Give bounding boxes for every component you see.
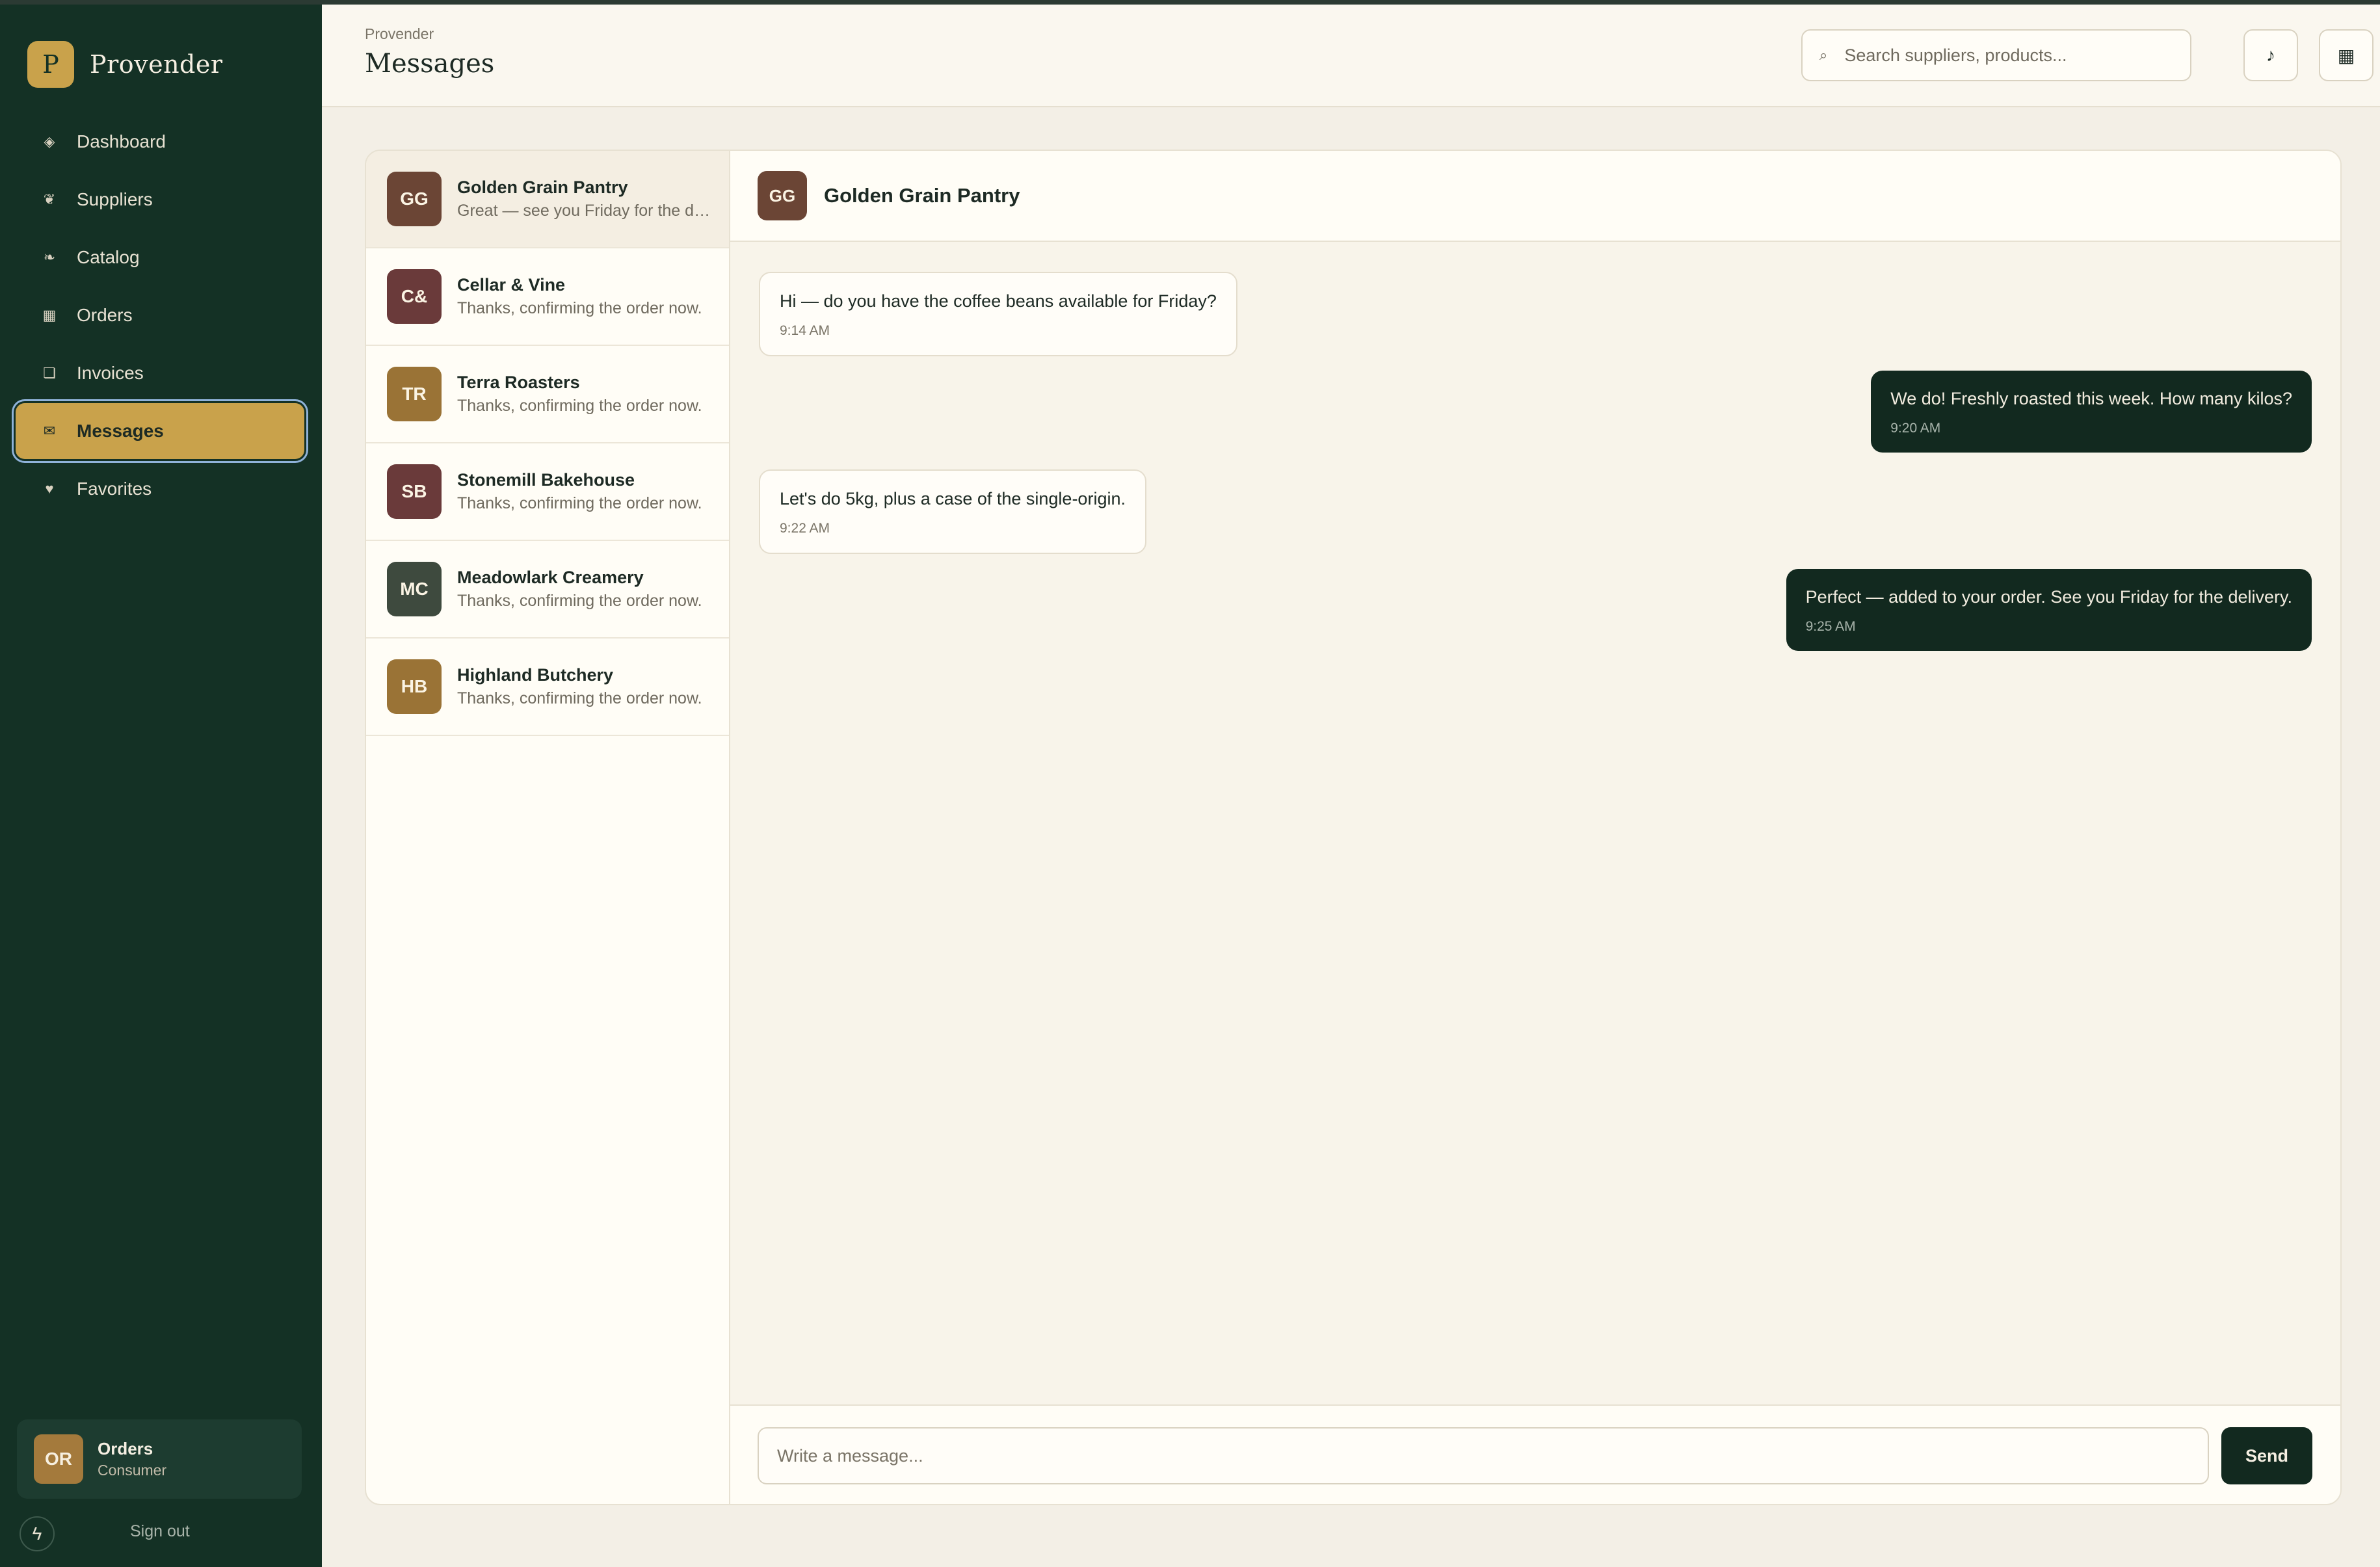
conversation-preview: Thanks, confirming the order now. [457,592,702,610]
bolt-icon[interactable]: ϟ [20,1516,55,1551]
mail-icon: ✉ [43,423,56,439]
conversation-preview: Thanks, confirming the order now. [457,299,702,317]
conversation-preview: Thanks, confirming the order now. [457,494,702,512]
sidebar-item-label: Suppliers [77,189,153,209]
conversation-name: Cellar & Vine [457,275,566,295]
message-time: 9:22 AM [780,521,830,536]
message-composer: Send [730,1404,2340,1504]
conversation-preview: Thanks, confirming the order now. [457,397,702,415]
avatar: OR [34,1434,83,1484]
conversation-item[interactable]: MC Meadowlark Creamery Thanks, confirmin… [366,541,729,639]
conversation-item[interactable]: GG Golden Grain Pantry Great — see you F… [366,151,729,248]
heart-icon: ♥ [45,481,54,497]
message-time: 9:25 AM [1805,619,1856,635]
message-text: Perfect — added to your order. See you F… [1805,587,2292,607]
sidebar-item-dashboard[interactable]: ◈ Dashboard [16,114,304,170]
conversation-name: Terra Roasters [457,373,580,392]
conversation-item[interactable]: TR Terra Roasters Thanks, confirming the… [366,346,729,443]
suppliers-icon: ❦ [43,191,56,207]
conversation-name: Highland Butchery [457,665,614,685]
search-input[interactable] [1843,44,2182,66]
search-icon: ⌕ [1819,47,1828,63]
sidebar-item-label: Dashboard [77,131,166,151]
brand[interactable]: P Provender [27,41,223,88]
sidebar-item-label: Catalog [77,247,140,267]
user-name: Orders [98,1439,153,1458]
search-box[interactable]: ⌕ [1801,29,2191,81]
conversation-list: GG Golden Grain Pantry Great — see you F… [366,151,730,1504]
conversation-item[interactable]: HB Highland Butchery Thanks, confirming … [366,639,729,736]
sidebar-item-messages[interactable]: ✉ Messages [16,403,304,459]
music-button[interactable]: ♪ [2243,29,2298,81]
message-bubble-incoming: Hi — do you have the coffee beans availa… [759,272,1237,357]
message-time: 9:14 AM [780,323,830,339]
message-bubble-incoming: Let's do 5kg, plus a case of the single-… [759,469,1146,555]
sidebar-item-label: Orders [77,305,133,325]
sign-out-link[interactable]: Sign out [130,1522,190,1541]
brand-logo: P [27,41,74,88]
message-time: 9:20 AM [1890,421,1941,436]
page-title: Messages [365,49,495,79]
grid-icon: ▦ [2337,45,2355,66]
brand-name: Provender [90,50,223,79]
conversation-item[interactable]: SB Stonemill Bakehouse Thanks, confirmin… [366,443,729,541]
avatar: C& [387,269,442,324]
avatar: TR [387,367,442,421]
message-input[interactable] [758,1427,2209,1484]
sidebar: P Provender ◈ Dashboard ❦ Suppliers ❧ Ca… [0,5,322,1567]
sidebar-item-orders[interactable]: ▦ Orders [16,287,304,343]
message-text: Hi — do you have the coffee beans availa… [780,291,1217,311]
conversation-preview: Thanks, confirming the order now. [457,689,702,707]
user-role: Consumer [98,1462,167,1479]
conversation-preview: Great — see you Friday for the delivery. [457,202,717,220]
message-bubble-outgoing: Perfect — added to your order. See you F… [1786,569,2312,652]
chat-title: Golden Grain Pantry [824,184,1020,207]
message-bubble-outgoing: We do! Freshly roasted this week. How ma… [1871,371,2312,453]
sidebar-item-invoices[interactable]: ❏ Invoices [16,345,304,401]
sidebar-nav: ◈ Dashboard ❦ Suppliers ❧ Catalog ▦ Orde… [16,114,304,519]
window-top-border [0,0,2380,5]
sidebar-item-label: Messages [77,421,164,441]
send-button[interactable]: Send [2221,1427,2312,1484]
sidebar-item-label: Favorites [77,479,152,499]
leaf-icon: ❧ [43,249,56,265]
page-header: Provender Messages ⌕ ♪ ▦ [322,5,2380,107]
music-note-icon: ♪ [2266,45,2275,65]
messages-panel: GG Golden Grain Pantry Great — see you F… [365,150,2342,1505]
message-thread: Hi — do you have the coffee beans availa… [730,242,2340,1404]
user-card[interactable]: OR Orders Consumer [17,1419,302,1499]
message-text: We do! Freshly roasted this week. How ma… [1890,389,2292,408]
conversation-name: Stonemill Bakehouse [457,470,635,490]
chat-pane: GG Golden Grain Pantry Hi — do you have … [730,151,2340,1504]
avatar: GG [758,171,807,220]
avatar: MC [387,562,442,616]
breadcrumb[interactable]: Provender [365,25,434,43]
conversation-name: Golden Grain Pantry [457,178,628,197]
avatar: GG [387,172,442,226]
user-meta: Orders Consumer [98,1439,166,1479]
sidebar-item-catalog[interactable]: ❧ Catalog [16,230,304,285]
avatar: HB [387,659,442,714]
message-text: Let's do 5kg, plus a case of the single-… [780,489,1126,508]
invoice-icon: ❏ [43,365,56,381]
conversation-name: Meadowlark Creamery [457,568,644,587]
sidebar-item-favorites[interactable]: ♥ Favorites [16,461,304,517]
chat-header: GG Golden Grain Pantry [730,151,2340,242]
diamond-icon: ◈ [44,133,55,150]
avatar: SB [387,464,442,519]
grid-button[interactable]: ▦ [2319,29,2373,81]
conversation-item[interactable]: C& Cellar & Vine Thanks, confirming the … [366,248,729,346]
sidebar-item-suppliers[interactable]: ❦ Suppliers [16,172,304,228]
sidebar-item-label: Invoices [77,363,144,383]
orders-icon: ▦ [42,307,57,323]
